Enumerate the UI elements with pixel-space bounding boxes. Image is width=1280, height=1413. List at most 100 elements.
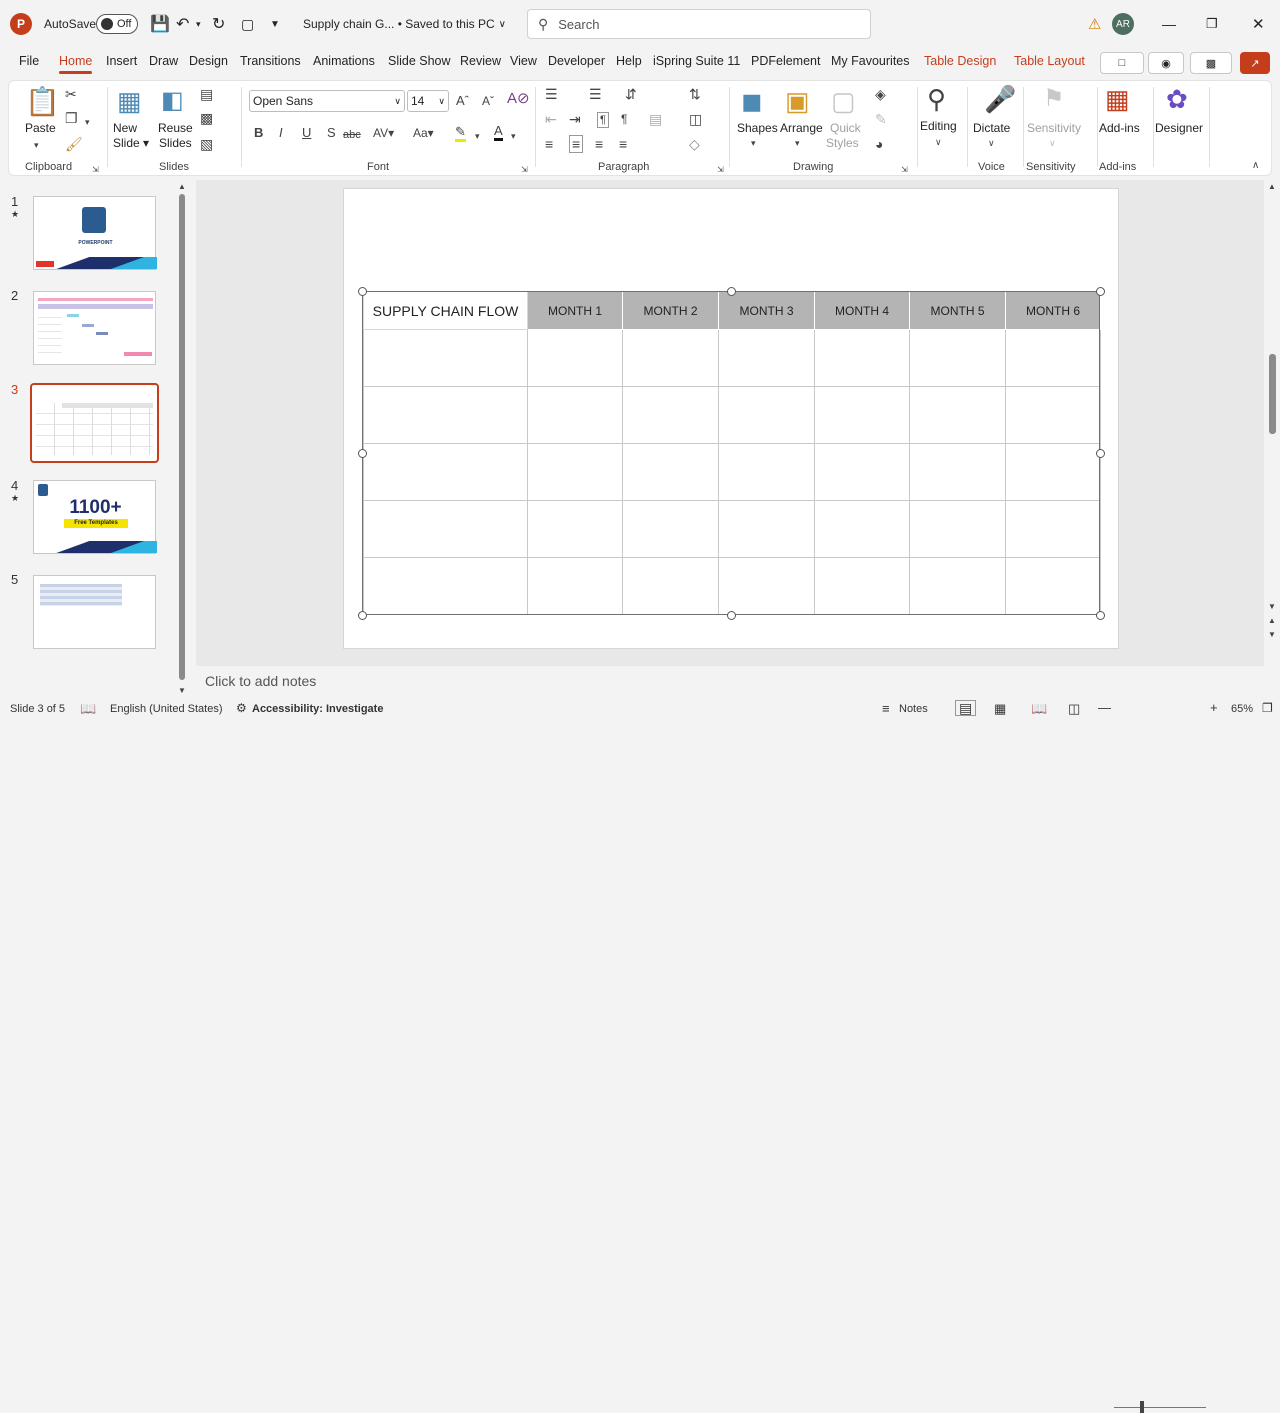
- align-right-icon[interactable]: ≡: [595, 137, 603, 151]
- zoom-out-icon[interactable]: —: [1098, 700, 1111, 715]
- tab-file[interactable]: File: [19, 54, 39, 68]
- customize-toolbar-icon[interactable]: ▼: [270, 0, 280, 48]
- arrange-button-label[interactable]: Arrange: [780, 121, 823, 135]
- slide-thumbnail-5[interactable]: [33, 575, 156, 649]
- resize-handle[interactable]: [1096, 611, 1105, 620]
- copy-icon[interactable]: ❐: [65, 111, 78, 125]
- highlight-dropdown-icon[interactable]: ▾: [475, 129, 480, 143]
- thumbnail-scrollbar[interactable]: [179, 194, 185, 680]
- save-icon[interactable]: 💾: [150, 0, 170, 48]
- tab-pdfelement[interactable]: PDFelement: [751, 54, 820, 68]
- tab-view[interactable]: View: [510, 54, 537, 68]
- tab-home[interactable]: Home: [59, 54, 93, 74]
- warning-icon[interactable]: ⚠: [1088, 0, 1101, 48]
- quick-styles-icon[interactable]: ▢: [831, 87, 856, 115]
- decrease-font-icon[interactable]: Aˇ: [482, 94, 494, 108]
- minimize-icon[interactable]: —: [1162, 0, 1176, 48]
- arrange-dropdown-icon[interactable]: ▾: [795, 136, 800, 150]
- tab-animations[interactable]: Animations: [313, 54, 375, 68]
- record-button[interactable]: ◉: [1148, 52, 1184, 74]
- paste-dropdown-icon[interactable]: ▾: [34, 138, 39, 152]
- columns-icon[interactable]: ▤: [649, 112, 662, 126]
- clear-formatting-icon[interactable]: A⊘: [507, 91, 530, 106]
- sensitivity-button-label[interactable]: Sensitivity: [1027, 121, 1081, 135]
- reuse-slides-label-2[interactable]: Slides: [159, 136, 192, 150]
- font-family-select[interactable]: Open Sans ∨: [249, 90, 405, 112]
- paragraph-launcher-icon[interactable]: ⇲: [717, 163, 724, 177]
- search-input[interactable]: ⚲ Search: [527, 9, 871, 39]
- drawing-launcher-icon[interactable]: ⇲: [901, 163, 908, 177]
- present-icon[interactable]: ▢: [241, 0, 254, 48]
- dictate-button-label[interactable]: Dictate: [973, 121, 1010, 135]
- quick-styles-label-2[interactable]: Styles: [826, 136, 859, 150]
- shapes-icon[interactable]: ◼: [741, 87, 763, 115]
- paste-button-label[interactable]: Paste: [25, 121, 56, 135]
- spelling-icon[interactable]: 📖: [80, 701, 96, 717]
- reuse-slides-icon[interactable]: ◧: [161, 87, 184, 115]
- share-button[interactable]: ↗: [1240, 52, 1270, 74]
- decrease-indent-icon[interactable]: ⇤: [545, 112, 557, 126]
- resize-handle[interactable]: [1096, 287, 1105, 296]
- ltr-icon[interactable]: ¶: [621, 112, 627, 126]
- reset-icon[interactable]: ▩: [200, 111, 213, 125]
- accessibility-status[interactable]: Accessibility: Investigate: [252, 703, 383, 715]
- change-case-icon[interactable]: Aa▾: [413, 126, 434, 140]
- zoom-level[interactable]: 65%: [1231, 703, 1253, 715]
- shape-effects-icon[interactable]: ◕: [875, 137, 883, 151]
- shape-fill-icon[interactable]: ◈: [875, 87, 886, 101]
- scroll-down-icon[interactable]: ▼: [1268, 600, 1276, 614]
- resize-handle[interactable]: [358, 287, 367, 296]
- tab-table-layout[interactable]: Table Layout: [1014, 54, 1085, 68]
- smartart-icon[interactable]: ◇: [689, 137, 700, 151]
- fit-to-window-icon[interactable]: ❐: [1262, 701, 1273, 715]
- microphone-icon[interactable]: 🎤: [984, 85, 1016, 113]
- tab-table-design[interactable]: Table Design: [924, 54, 996, 68]
- add-ins-icon[interactable]: ▦: [1105, 85, 1130, 113]
- cut-icon[interactable]: ✂: [65, 87, 77, 101]
- scroll-up-icon[interactable]: ▲: [178, 180, 186, 194]
- new-slide-label-2[interactable]: Slide ▾: [113, 136, 149, 150]
- next-slide-icon[interactable]: ▼: [1268, 628, 1276, 642]
- font-size-select[interactable]: 14 ∨: [407, 90, 449, 112]
- underline-button[interactable]: U: [302, 126, 311, 140]
- comments-button[interactable]: □: [1100, 52, 1144, 74]
- strikethrough-button[interactable]: abc: [343, 128, 361, 142]
- sensitivity-dropdown-icon[interactable]: ∨: [1049, 136, 1056, 150]
- restore-icon[interactable]: ❐: [1206, 0, 1218, 48]
- normal-view-icon[interactable]: ▤: [955, 700, 977, 716]
- align-center-icon[interactable]: ≡: [569, 135, 584, 153]
- scroll-down-icon[interactable]: ▼: [178, 684, 186, 698]
- shapes-dropdown-icon[interactable]: ▾: [751, 136, 756, 150]
- reading-view-icon[interactable]: 📖: [1031, 701, 1047, 717]
- collapse-ribbon-icon[interactable]: ∧: [1252, 159, 1259, 173]
- text-direction-icon[interactable]: ⇅: [689, 87, 701, 101]
- copy-dropdown-icon[interactable]: ▾: [85, 115, 90, 129]
- align-left-icon[interactable]: ≡: [545, 137, 553, 151]
- tab-transitions[interactable]: Transitions: [240, 54, 301, 68]
- numbering-icon[interactable]: ☰: [589, 87, 602, 101]
- justify-icon[interactable]: ≡: [619, 137, 627, 151]
- slide-thumbnail-3[interactable]: [30, 383, 159, 463]
- previous-slide-icon[interactable]: ▲: [1268, 614, 1276, 628]
- tab-insert[interactable]: Insert: [106, 54, 137, 68]
- tab-review[interactable]: Review: [460, 54, 501, 68]
- reuse-slides-label-1[interactable]: Reuse: [158, 121, 193, 135]
- font-launcher-icon[interactable]: ⇲: [521, 163, 528, 177]
- avatar[interactable]: AR: [1112, 13, 1134, 35]
- quick-styles-label-1[interactable]: Quick: [830, 121, 861, 135]
- scroll-up-icon[interactable]: ▲: [1268, 180, 1276, 194]
- slide-sorter-icon[interactable]: ▦: [994, 701, 1006, 717]
- autosave-toggle[interactable]: Off: [96, 0, 138, 48]
- shapes-button-label[interactable]: Shapes: [737, 121, 778, 135]
- format-painter-icon[interactable]: 🖌: [65, 137, 83, 151]
- add-ins-button-label[interactable]: Add-ins: [1099, 121, 1140, 135]
- notes-button[interactable]: Notes: [899, 703, 928, 715]
- zoom-slider-thumb[interactable]: [1140, 1401, 1144, 1413]
- document-title[interactable]: Supply chain G... • Saved to this PC ∨: [303, 0, 506, 48]
- editing-button-label[interactable]: Editing: [920, 119, 957, 133]
- tab-developer[interactable]: Developer: [548, 54, 605, 68]
- new-slide-icon[interactable]: ▦: [117, 87, 142, 115]
- close-icon[interactable]: ✕: [1252, 0, 1265, 48]
- slide-thumbnail-2[interactable]: [33, 291, 156, 365]
- notes-pane[interactable]: Click to add notes: [196, 666, 1264, 694]
